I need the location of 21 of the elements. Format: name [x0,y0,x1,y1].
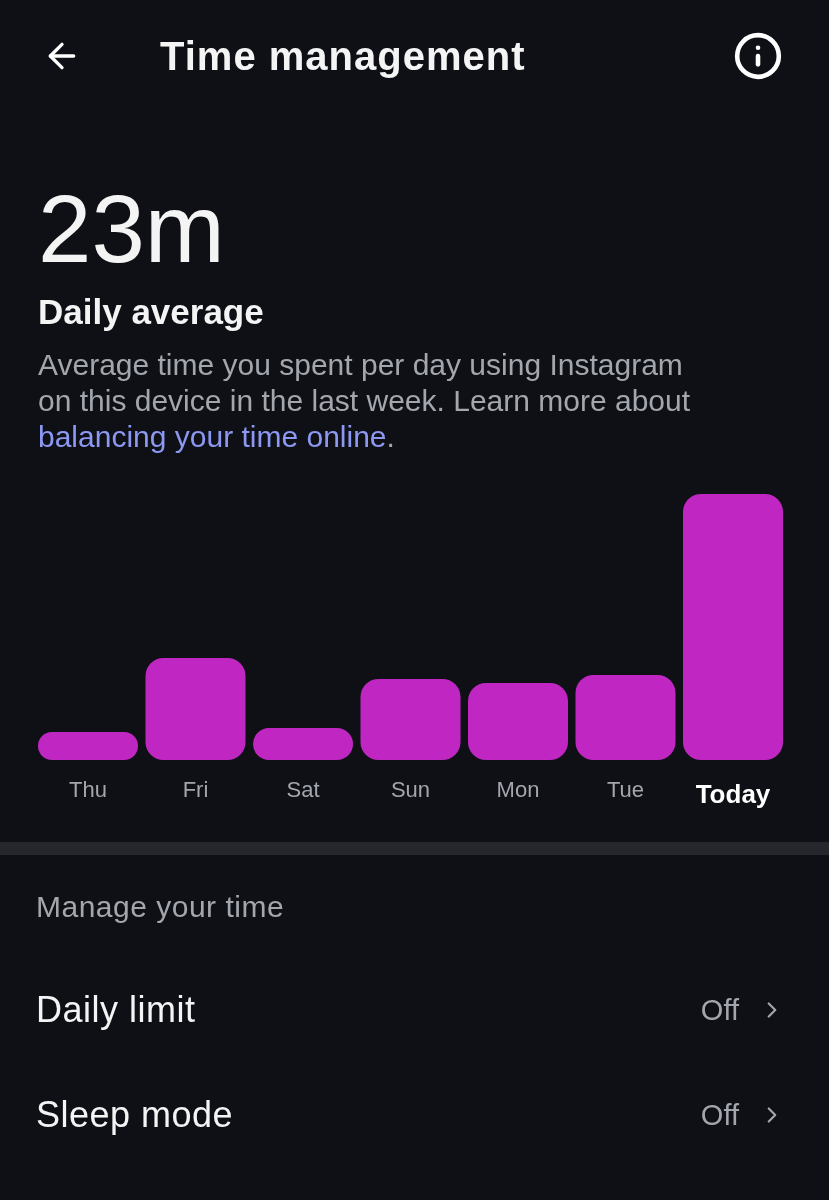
day-label: Mon [496,776,540,804]
balancing-time-link[interactable]: balancing your time online [38,420,387,453]
day-label: Sun [390,776,431,804]
daily-average-value: 23m [38,181,225,277]
setting-label: Sleep mode [36,1093,234,1136]
setting-label: Daily limit [36,988,196,1031]
day-label: Fri [182,776,209,804]
setting-value: Off [700,1097,739,1133]
day-label: Today [695,779,771,809]
info-button[interactable] [733,31,783,81]
info-icon [733,31,783,81]
day-label: Tue [606,776,645,804]
daily-average-label: Daily average [38,292,264,332]
section-heading: Manage your time [36,889,285,925]
day-label: Sat [286,776,320,804]
description-text: Average time you spent per day using Instagram on this device in the last week. Learn more about balancing your time online. [38,347,692,455]
setting-value: Off [700,992,739,1028]
setting-row[interactable]: Sleep mode Off [36,1062,785,1167]
day-label: Thu [69,776,107,804]
page-title: Time management [160,33,526,80]
setting-row[interactable]: Daily limit Off [36,957,785,1062]
